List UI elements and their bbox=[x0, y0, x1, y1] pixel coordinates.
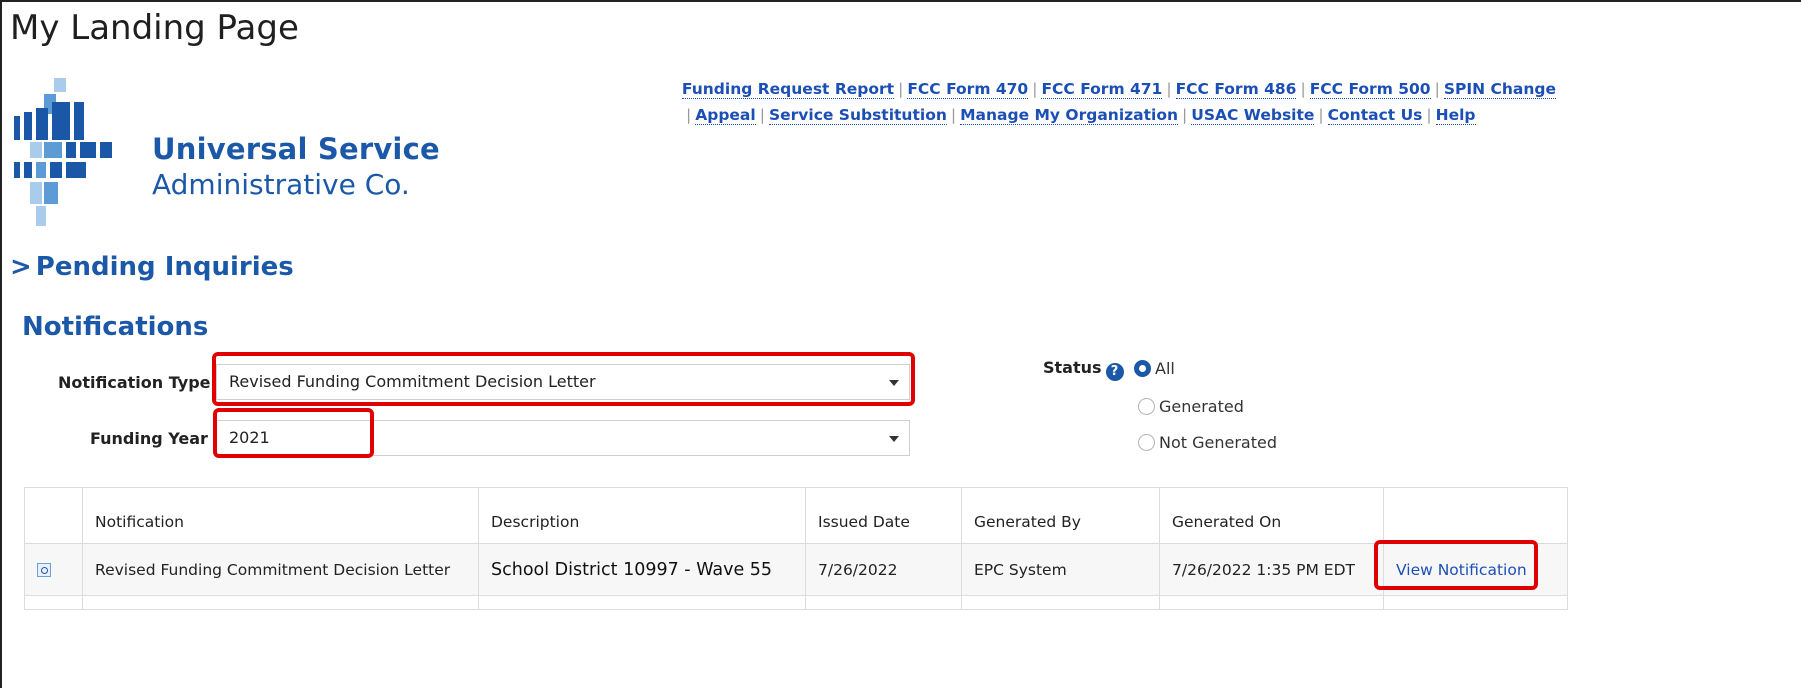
separator: | bbox=[1166, 80, 1172, 98]
separator: | bbox=[1300, 80, 1306, 98]
radio-unselected-icon bbox=[1138, 398, 1155, 415]
column-header-generated-on[interactable]: Generated On bbox=[1159, 487, 1384, 544]
usac-logo-mark bbox=[14, 78, 112, 238]
chevron-down-icon bbox=[889, 380, 899, 386]
top-nav-row-2: | Appeal | Service Substitution | Manage My O… bbox=[676, 102, 1556, 128]
table-cell-generated-on: 7/26/2022 1:35 PM EDT bbox=[1159, 543, 1384, 596]
separator: | bbox=[1032, 80, 1038, 98]
separator: | bbox=[1426, 106, 1432, 124]
radio-unselected-icon bbox=[1138, 434, 1155, 451]
radio-selected-icon bbox=[1134, 360, 1151, 377]
table-row-partial bbox=[24, 595, 1568, 610]
column-header-action bbox=[1383, 487, 1568, 544]
link-appeal[interactable]: Appeal bbox=[695, 106, 756, 125]
chevron-down-icon bbox=[889, 436, 899, 442]
separator: | bbox=[1182, 106, 1188, 124]
separator: | bbox=[759, 106, 765, 124]
link-manage-my-organization[interactable]: Manage My Organization bbox=[960, 106, 1179, 125]
notifications-heading: Notifications bbox=[22, 312, 209, 342]
link-fcc-form-471[interactable]: FCC Form 471 bbox=[1041, 80, 1163, 99]
funding-year-select[interactable]: 2021 bbox=[216, 420, 910, 456]
radio-label: All bbox=[1155, 359, 1175, 378]
logo-line-1: Universal Service bbox=[152, 132, 440, 166]
column-header-issued-date[interactable]: Issued Date bbox=[805, 487, 962, 544]
link-funding-request-report[interactable]: Funding Request Report bbox=[681, 80, 895, 99]
column-header-notification[interactable]: Notification bbox=[82, 487, 479, 544]
link-spin-change[interactable]: SPIN Change bbox=[1443, 80, 1556, 99]
top-nav-links: Funding Request Report | FCC Form 470 | FCC … bbox=[676, 76, 1556, 128]
page-title: My Landing Page bbox=[10, 8, 299, 48]
table-cell-description: School District 10997 - Wave 55 bbox=[478, 543, 806, 596]
usac-logo-text: Universal Service Administrative Co. bbox=[152, 132, 440, 201]
view-notification-link[interactable]: View Notification bbox=[1396, 561, 1527, 579]
link-fcc-form-470[interactable]: FCC Form 470 bbox=[907, 80, 1029, 99]
status-radio-not-generated[interactable]: Not Generated bbox=[1138, 433, 1277, 452]
table-cell-action: View Notification bbox=[1383, 543, 1568, 596]
chevron-right-icon: > bbox=[10, 252, 32, 282]
notification-type-value: Revised Funding Commitment Decision Lett… bbox=[229, 372, 596, 391]
link-contact-us[interactable]: Contact Us bbox=[1327, 106, 1423, 125]
column-header-description[interactable]: Description bbox=[478, 487, 806, 544]
radio-label: Generated bbox=[1159, 397, 1244, 416]
table-header-row: Notification Description Issued Date Gen… bbox=[24, 487, 1568, 544]
funding-year-label: Funding Year bbox=[90, 429, 208, 448]
column-header-generated-by[interactable]: Generated By bbox=[961, 487, 1160, 544]
status-label-text: Status bbox=[1043, 358, 1102, 377]
link-fcc-form-486[interactable]: FCC Form 486 bbox=[1175, 80, 1297, 99]
separator: | bbox=[686, 106, 692, 124]
help-icon[interactable]: ? bbox=[1105, 363, 1124, 381]
status-radio-all[interactable]: All bbox=[1134, 359, 1175, 378]
funding-year-value: 2021 bbox=[229, 428, 270, 447]
top-nav-row-1: Funding Request Report | FCC Form 470 | FCC … bbox=[676, 76, 1556, 102]
separator: | bbox=[1434, 80, 1440, 98]
table-row: Revised Funding Commitment Decision Lett… bbox=[24, 543, 1568, 596]
table-cell-generated-by: EPC System bbox=[961, 543, 1160, 596]
separator: | bbox=[950, 106, 957, 124]
status-radio-generated[interactable]: Generated bbox=[1138, 397, 1244, 416]
notification-type-select[interactable]: Revised Funding Commitment Decision Lett… bbox=[216, 364, 910, 400]
column-header-icon bbox=[24, 487, 83, 544]
status-label: Status? bbox=[1043, 358, 1124, 381]
notification-type-label: Notification Type bbox=[58, 373, 211, 392]
table-cell-notification: Revised Funding Commitment Decision Lett… bbox=[82, 543, 479, 596]
separator: | bbox=[1318, 106, 1324, 124]
link-service-substitution[interactable]: Service Substitution bbox=[768, 106, 947, 125]
pending-inquiries-label: Pending Inquiries bbox=[35, 252, 294, 282]
link-usac-website[interactable]: USAC Website bbox=[1191, 106, 1315, 125]
separator: | bbox=[898, 80, 904, 98]
link-help[interactable]: Help bbox=[1435, 106, 1476, 125]
radio-label: Not Generated bbox=[1159, 433, 1277, 452]
pending-inquiries-toggle[interactable]: > Pending Inquiries bbox=[10, 252, 294, 282]
preview-icon[interactable] bbox=[37, 563, 51, 577]
notifications-table: Notification Description Issued Date Gen… bbox=[24, 487, 1568, 610]
table-cell-icon[interactable] bbox=[24, 543, 83, 596]
logo-line-2: Administrative Co. bbox=[152, 168, 410, 201]
link-fcc-form-500[interactable]: FCC Form 500 bbox=[1309, 80, 1431, 99]
table-cell-issued-date: 7/26/2022 bbox=[805, 543, 962, 596]
